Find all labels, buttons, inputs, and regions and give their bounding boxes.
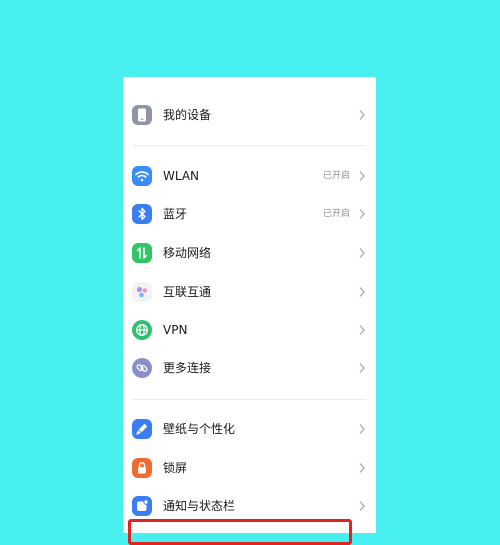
setting-label: 壁纸与个性化 bbox=[163, 422, 236, 436]
wifi-icon bbox=[132, 166, 152, 186]
setting-label: 锁屏 bbox=[163, 461, 188, 475]
section-divider bbox=[133, 399, 366, 400]
setting-bluetooth[interactable]: 蓝牙 已开启 bbox=[123, 195, 376, 233]
setting-label: 移动网络 bbox=[163, 246, 212, 260]
chevron-right-icon bbox=[359, 424, 365, 434]
chevron-right-icon bbox=[359, 171, 365, 181]
notification-icon bbox=[132, 496, 152, 516]
setting-vpn[interactable]: VPN bbox=[123, 311, 376, 349]
chevron-right-icon bbox=[359, 363, 365, 373]
setting-label: 更多连接 bbox=[163, 361, 212, 375]
setting-mobile-network[interactable]: 移动网络 bbox=[123, 234, 376, 272]
setting-label: 互联互通 bbox=[163, 285, 212, 299]
phone-icon bbox=[132, 105, 152, 125]
setting-interconnect[interactable]: 互联互通 bbox=[123, 273, 376, 311]
interconnect-icon bbox=[132, 282, 152, 302]
bluetooth-icon bbox=[132, 204, 152, 224]
lock-icon bbox=[132, 458, 152, 478]
setting-my-device[interactable]: 我的设备 bbox=[123, 96, 376, 134]
status-text: 已开启 bbox=[322, 171, 350, 181]
chevron-right-icon bbox=[359, 463, 365, 473]
setting-label: 蓝牙 bbox=[163, 207, 188, 221]
chevron-right-icon bbox=[359, 110, 365, 120]
setting-label: 通知与状态栏 bbox=[163, 499, 236, 513]
section-divider bbox=[133, 145, 366, 146]
setting-label: WLAN bbox=[163, 169, 200, 183]
setting-more-connections[interactable]: 更多连接 bbox=[123, 349, 376, 387]
settings-panel: 我的设备 WLAN 已开启 蓝牙 已开启 移动网络 互联互通 VPN 更多连接 … bbox=[123, 77, 376, 533]
setting-label: 我的设备 bbox=[163, 108, 212, 122]
globe-icon bbox=[132, 320, 152, 340]
setting-lock-screen[interactable]: 锁屏 bbox=[123, 449, 376, 487]
chevron-right-icon bbox=[359, 209, 365, 219]
mobile-data-icon bbox=[132, 243, 152, 263]
setting-wallpaper[interactable]: 壁纸与个性化 bbox=[123, 410, 376, 448]
link-icon bbox=[132, 358, 152, 378]
chevron-right-icon bbox=[359, 325, 365, 335]
status-text: 已开启 bbox=[322, 209, 350, 219]
chevron-right-icon bbox=[359, 287, 365, 297]
chevron-right-icon bbox=[359, 501, 365, 511]
setting-label: VPN bbox=[163, 323, 188, 337]
setting-wlan[interactable]: WLAN 已开启 bbox=[123, 157, 376, 195]
brush-icon bbox=[132, 419, 152, 439]
chevron-right-icon bbox=[359, 248, 365, 258]
highlight-box bbox=[128, 519, 352, 545]
